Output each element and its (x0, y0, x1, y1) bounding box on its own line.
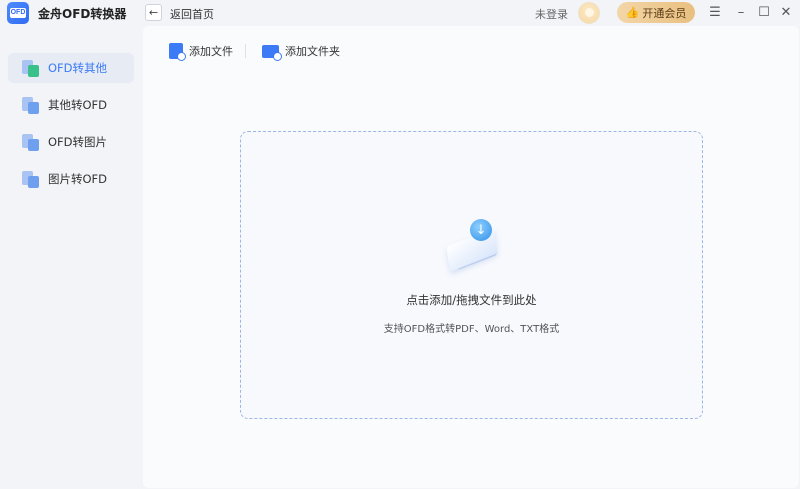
add-folder-label: 添加文件夹 (285, 45, 340, 58)
back-button[interactable]: ← (145, 4, 162, 21)
upload-illustration-icon: ↓ (444, 217, 502, 272)
ofd-to-image-icon (21, 133, 40, 152)
other-to-ofd-icon (21, 96, 40, 115)
sidebar-item-image-to-ofd[interactable]: 图片转OFD (8, 164, 134, 194)
maximize-icon[interactable]: ☐ (756, 4, 772, 20)
sidebar: OFD转其他 其他转OFD OFD转图片 图片转OFD (0, 26, 142, 489)
toolbar-divider (245, 44, 246, 58)
add-file-label: 添加文件 (189, 45, 233, 58)
dropzone-title: 点击添加/拖拽文件到此处 (406, 293, 537, 307)
sidebar-item-label: 其他转OFD (48, 98, 108, 112)
vip-button[interactable]: 👍 开通会员 (617, 2, 695, 23)
download-arrow-icon: ↓ (470, 219, 492, 241)
sidebar-item-other-to-ofd[interactable]: 其他转OFD (8, 90, 134, 120)
ofd-to-other-icon (21, 59, 40, 78)
title-bar: OFD 金舟OFD转换器 ← 返回首页 未登录 👍 开通会员 ☰ – ☐ ✕ (0, 0, 800, 26)
thumb-up-icon: 👍 (625, 6, 640, 19)
sidebar-item-label: OFD转图片 (48, 135, 108, 149)
app-logo-text: OFD (9, 8, 27, 18)
avatar[interactable] (578, 2, 600, 24)
menu-icon[interactable]: ☰ (707, 4, 723, 20)
add-folder-icon (262, 44, 282, 61)
vip-button-label: 开通会员 (642, 6, 687, 20)
app-logo: OFD (7, 2, 29, 24)
sidebar-item-ofd-to-other[interactable]: OFD转其他 (8, 53, 134, 83)
main-panel: 添加文件 添加文件夹 ↓ 点击添加/拖拽文件到此处 支持OFD格式转PDF、Wo… (143, 26, 799, 488)
sidebar-item-ofd-to-image[interactable]: OFD转图片 (8, 127, 134, 157)
add-file-icon (169, 43, 186, 61)
arrow-left-icon: ← (148, 6, 159, 19)
sidebar-item-label: OFD转其他 (48, 61, 108, 75)
sidebar-item-label: 图片转OFD (48, 172, 108, 186)
back-home-link[interactable]: 返回首页 (170, 6, 214, 22)
close-icon[interactable]: ✕ (778, 4, 794, 20)
add-file-button[interactable]: 添加文件 (169, 43, 233, 61)
add-folder-button[interactable]: 添加文件夹 (262, 43, 340, 61)
login-status[interactable]: 未登录 (535, 6, 568, 22)
file-dropzone[interactable]: ↓ 点击添加/拖拽文件到此处 支持OFD格式转PDF、Word、TXT格式 (240, 131, 703, 419)
dropzone-subtitle: 支持OFD格式转PDF、Word、TXT格式 (383, 324, 560, 335)
minimize-icon[interactable]: – (733, 4, 749, 20)
app-title: 金舟OFD转换器 (38, 7, 127, 21)
image-to-ofd-icon (21, 170, 40, 189)
